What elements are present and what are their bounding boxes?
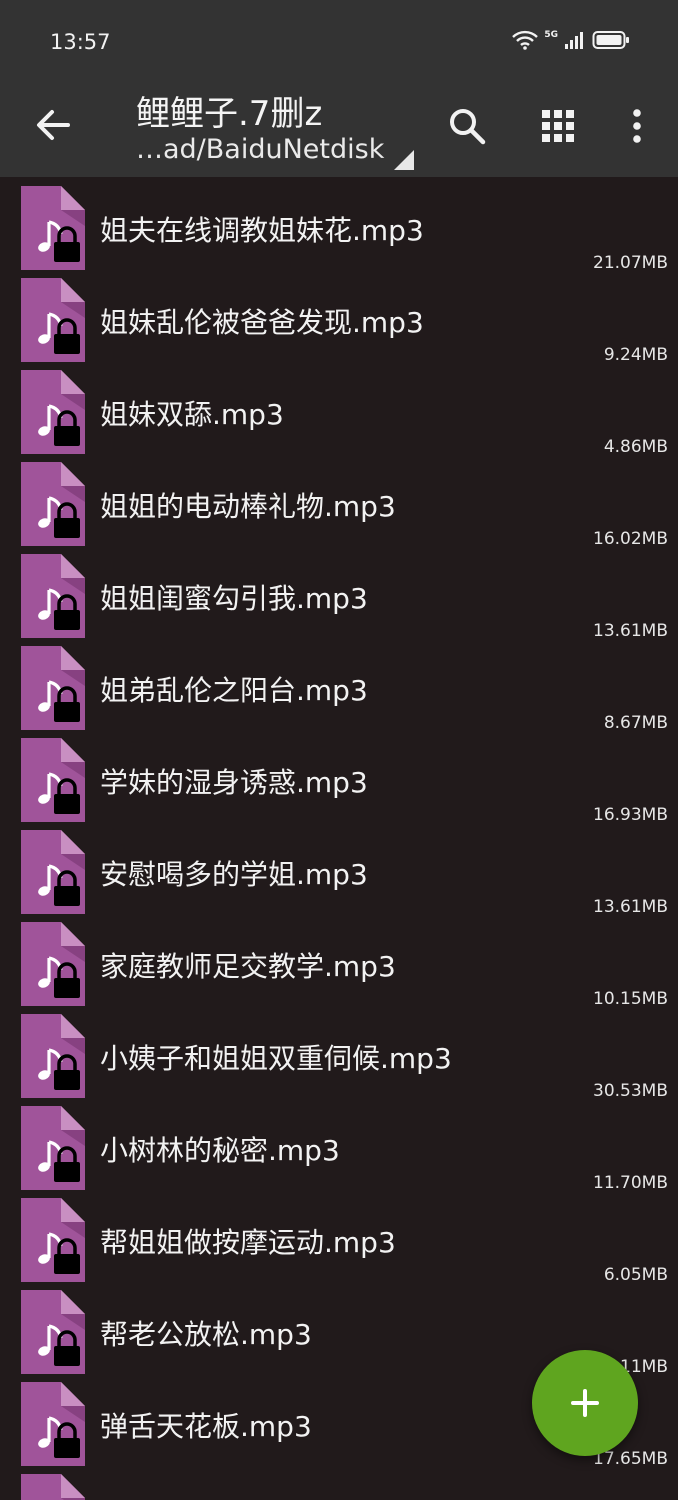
locked-audio-file-icon (21, 1474, 85, 1500)
search-icon[interactable] (447, 106, 487, 146)
file-name: 小树林的秘密.mp3 (100, 1134, 340, 1167)
status-time: 13:57 (50, 30, 111, 54)
file-row[interactable]: 小姨子和姐姐双重伺候.mp3 30.53MB (0, 1005, 678, 1101)
locked-audio-file-icon (21, 922, 85, 1006)
file-name: 姐姐的电动棒礼物.mp3 (100, 490, 396, 523)
locked-audio-file-icon (21, 370, 85, 454)
folder-path[interactable]: …ad/BaiduNetdisk (136, 134, 384, 165)
locked-audio-file-icon (21, 278, 85, 362)
file-row[interactable]: 姐妹乱伦被爸爸发现.mp3 9.24MB (0, 269, 678, 365)
file-name: 小姨子和姐姐双重伺候.mp3 (100, 1042, 452, 1075)
locked-audio-file-icon (21, 186, 85, 270)
locked-audio-file-icon (21, 1106, 85, 1190)
grid-view-icon[interactable] (538, 106, 578, 146)
file-row[interactable]: 姐妹双舔.mp3 4.86MB (0, 361, 678, 457)
locked-audio-file-icon (21, 1014, 85, 1098)
add-fab-button[interactable] (532, 1350, 638, 1456)
locked-audio-file-icon (21, 646, 85, 730)
locked-audio-file-icon (21, 1290, 85, 1374)
file-row[interactable]: 姐夫在线调教姐妹花.mp3 21.07MB (0, 177, 678, 273)
file-list: 姐夫在线调教姐妹花.mp3 21.07MB 姐妹乱伦被爸爸发现.mp3 9.24… (0, 177, 678, 1500)
file-name: 家庭教师足交教学.mp3 (100, 950, 396, 983)
path-dropdown-icon[interactable] (394, 150, 414, 170)
locked-audio-file-icon (21, 1382, 85, 1466)
locked-audio-file-icon (21, 554, 85, 638)
battery-icon (592, 31, 629, 49)
file-name: 学妹的湿身诱惑.mp3 (100, 766, 368, 799)
locked-audio-file-icon (21, 462, 85, 546)
file-row[interactable]: 姐姐的电动棒礼物.mp3 16.02MB (0, 453, 678, 549)
file-row[interactable]: 学妹的湿身诱惑.mp3 16.93MB (0, 729, 678, 825)
file-row[interactable]: 姐弟乱伦之阳台.mp3 8.67MB (0, 637, 678, 733)
file-name: 姐妹双舔.mp3 (100, 398, 284, 431)
file-row[interactable]: 安慰喝多的学姐.mp3 13.61MB (0, 821, 678, 917)
folder-title: 鲤鲤子.7删z (136, 94, 323, 134)
file-name: 弹舌天花板.mp3 (100, 1410, 312, 1443)
file-name: 姐妹乱伦被爸爸发现.mp3 (100, 306, 424, 339)
locked-audio-file-icon (21, 1198, 85, 1282)
file-name: 姐弟乱伦之阳台.mp3 (100, 674, 368, 707)
app-toolbar: 鲤鲤子.7删z …ad/BaiduNetdisk (0, 80, 678, 177)
signal-icon (565, 32, 583, 49)
file-row[interactable]: 帮姐姐做按摩运动.mp3 6.05MB (0, 1189, 678, 1285)
status-bar: 13:57 5G (0, 0, 678, 80)
arrow-left-icon[interactable] (30, 102, 76, 148)
plus-icon (571, 1389, 599, 1417)
file-name: 帮老公放松.mp3 (100, 1318, 312, 1351)
network-type-label: 5G (544, 30, 558, 40)
system-icons: 5G (512, 30, 630, 50)
file-name: 安慰喝多的学姐.mp3 (100, 858, 368, 891)
file-name: 姐姐闺蜜勾引我.mp3 (100, 582, 368, 615)
more-vert-icon[interactable] (617, 106, 657, 146)
file-name: 姐夫在线调教姐妹花.mp3 (100, 214, 424, 247)
wifi-icon (512, 30, 539, 50)
file-row[interactable] (0, 1465, 678, 1500)
file-row[interactable]: 姐姐闺蜜勾引我.mp3 13.61MB (0, 545, 678, 641)
file-row[interactable]: 小树林的秘密.mp3 11.70MB (0, 1097, 678, 1193)
locked-audio-file-icon (21, 738, 85, 822)
file-row[interactable]: 家庭教师足交教学.mp3 10.15MB (0, 913, 678, 1009)
locked-audio-file-icon (21, 830, 85, 914)
file-name: 帮姐姐做按摩运动.mp3 (100, 1226, 396, 1259)
